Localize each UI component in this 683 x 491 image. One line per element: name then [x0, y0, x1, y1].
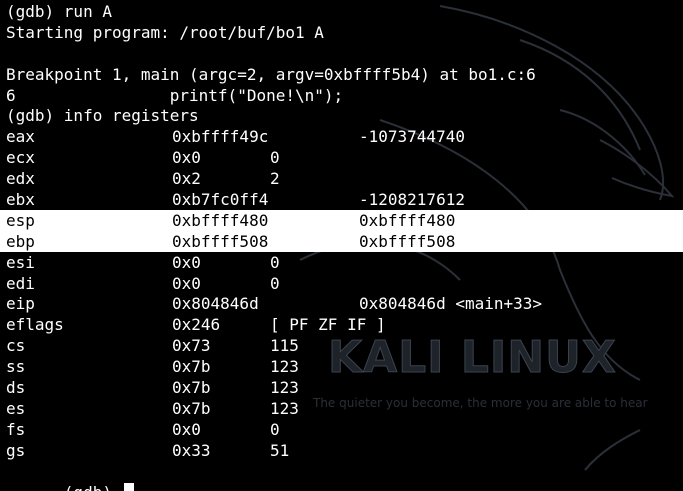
register-row: eip 0x804846d 0x804846d <main+33>: [6, 293, 683, 314]
register-hex: 0x7b: [172, 398, 211, 418]
register-hex: 0xbffff480: [172, 210, 269, 230]
register-row: ebx 0xb7fc0ff4 -1208217612: [6, 189, 683, 210]
output-line: Breakpoint 1, main (argc=2, argv=0xbffff…: [6, 64, 536, 84]
register-hex: 0x0: [172, 419, 201, 439]
register-value: -1208217612: [359, 190, 465, 210]
register-hex: 0x0: [172, 252, 201, 272]
register-value: 0xbffff508: [359, 231, 456, 251]
register-name: ss: [6, 357, 26, 377]
register-row: edi 0x0 0: [6, 273, 683, 294]
register-name: es: [6, 398, 26, 418]
register-value: 115: [270, 336, 299, 356]
output-line: (gdb) info registers: [6, 106, 199, 126]
register-name: cs: [6, 336, 26, 356]
register-row: eax 0xbffff49c -1073744740: [6, 126, 683, 147]
terminal-window[interactable]: KALI LINUX The quieter you become, the m…: [0, 0, 683, 491]
register-value: 0: [270, 419, 280, 439]
register-name: fs: [6, 419, 26, 439]
register-hex: 0x7b: [172, 357, 211, 377]
register-name: ebp: [6, 231, 35, 251]
terminal-output: (gdb) run A Starting program: /root/buf/…: [0, 1, 683, 491]
register-value: 0xbffff480: [359, 210, 456, 230]
register-value: [ PF ZF IF ]: [270, 315, 386, 335]
register-row-selected: ebp 0xbffff508 0xbffff508: [0, 230, 683, 252]
register-name: edi: [6, 273, 35, 293]
register-name: esp: [6, 210, 35, 230]
register-row: esi 0x0 0: [6, 252, 683, 273]
register-value: 0: [270, 252, 280, 272]
register-hex: 0x7b: [172, 378, 211, 398]
gdb-prompt: (gdb): [64, 483, 122, 491]
register-row: gs 0x33 51: [6, 440, 683, 461]
register-row: fs 0x0 0: [6, 419, 683, 440]
register-hex: 0xb7fc0ff4: [172, 190, 269, 210]
register-value: 0: [270, 273, 280, 293]
register-value: 123: [270, 378, 299, 398]
register-hex: 0xbffff49c: [172, 127, 269, 147]
output-line: (gdb) run A: [6, 2, 112, 21]
register-hex: 0x0: [172, 273, 201, 293]
register-name: eflags: [6, 315, 64, 335]
register-name: ds: [6, 378, 26, 398]
command-prompt-line[interactable]: (gdb): [6, 461, 683, 491]
output-line: 6 printf("Done!\n");: [6, 85, 344, 105]
register-row: cs 0x73 115: [6, 335, 683, 356]
register-name: ecx: [6, 148, 35, 168]
register-row: eflags 0x246 [ PF ZF IF ]: [6, 314, 683, 335]
register-value: 51: [270, 440, 290, 460]
register-name: eax: [6, 127, 35, 147]
register-value: 123: [270, 398, 299, 418]
register-name: edx: [6, 169, 35, 189]
register-row: ss 0x7b 123: [6, 356, 683, 377]
register-hex: 0x73: [172, 336, 211, 356]
register-row-selected: esp 0xbffff480 0xbffff480: [0, 209, 683, 231]
register-value: 0x804846d <main+33>: [359, 294, 543, 314]
register-row: ecx 0x0 0: [6, 147, 683, 168]
output-line: Starting program: /root/buf/bo1 A: [6, 22, 324, 42]
register-hex: 0x804846d: [172, 294, 259, 314]
register-value: 123: [270, 357, 299, 377]
register-value: 2: [270, 169, 280, 189]
register-row: edx 0x2 2: [6, 168, 683, 189]
register-name: esi: [6, 252, 35, 272]
register-hex: 0x246: [172, 315, 221, 335]
register-hex: 0x2: [172, 169, 201, 189]
register-name: eip: [6, 294, 35, 314]
register-hex: 0xbffff508: [172, 231, 269, 251]
register-name: ebx: [6, 190, 35, 210]
register-hex: 0x0: [172, 148, 201, 168]
register-hex: 0x33: [172, 440, 211, 460]
text-cursor[interactable]: [123, 482, 134, 491]
register-value: -1073744740: [359, 127, 465, 147]
register-name: gs: [6, 440, 26, 460]
register-row: es 0x7b 123: [6, 398, 683, 419]
register-value: 0: [270, 148, 280, 168]
register-row: ds 0x7b 123: [6, 377, 683, 398]
